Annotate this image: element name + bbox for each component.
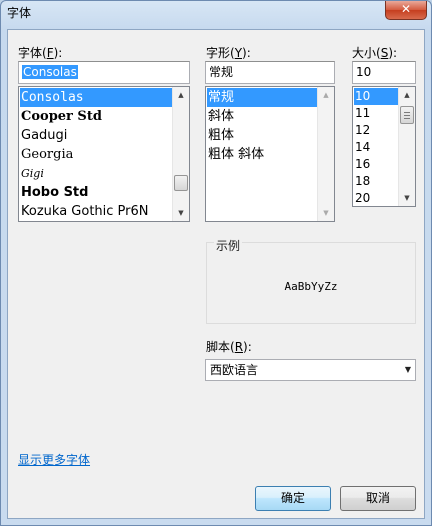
scroll-thumb[interactable]: [400, 106, 414, 124]
style-label: 字形(Y):: [206, 46, 251, 60]
close-icon: ✕: [400, 2, 412, 16]
font-list-item[interactable]: Gigi: [20, 164, 172, 183]
cancel-button[interactable]: 取消: [340, 486, 416, 511]
font-list-item[interactable]: Gadugi: [20, 126, 172, 145]
font-list-item[interactable]: Cooper Std: [20, 107, 172, 126]
script-label: 脚本(R):: [206, 340, 252, 354]
scroll-up-icon[interactable]: ▲: [318, 87, 334, 103]
scroll-down-icon[interactable]: ▼: [399, 190, 415, 206]
script-select[interactable]: 西欧语言 ▼: [205, 359, 416, 381]
scroll-up-icon[interactable]: ▲: [173, 87, 189, 103]
ok-button[interactable]: 确定: [255, 486, 331, 511]
window-title: 字体: [7, 6, 32, 20]
dialog-body: 字体(F): Consolas Consolas Cooper Std Gadu…: [7, 29, 425, 519]
size-list-item[interactable]: 11: [354, 105, 398, 122]
font-list-item[interactable]: Hobo Std: [20, 183, 172, 202]
style-list-item[interactable]: 粗体 斜体: [207, 145, 317, 164]
size-list-scrollbar[interactable]: ▲ ▼: [398, 87, 415, 206]
scroll-down-icon[interactable]: ▼: [173, 205, 189, 221]
style-list-scrollbar[interactable]: ▲ ▼: [317, 87, 334, 221]
size-input[interactable]: 10: [352, 61, 416, 84]
font-label: 字体(F):: [18, 46, 63, 60]
size-input-value: 10: [356, 65, 372, 79]
size-list-item[interactable]: 20: [354, 190, 398, 206]
size-list-item[interactable]: 16: [354, 156, 398, 173]
font-input-value: Consolas: [22, 65, 78, 79]
size-list-item[interactable]: 14: [354, 139, 398, 156]
script-select-value: 西欧语言: [210, 363, 259, 377]
font-list-scrollbar[interactable]: ▲ ▼: [172, 87, 189, 221]
close-button[interactable]: ✕: [385, 1, 427, 20]
size-label: 大小(S):: [352, 46, 398, 60]
size-list-item[interactable]: 10: [354, 88, 398, 105]
font-list-item[interactable]: Georgia: [20, 145, 172, 164]
style-list-item[interactable]: 斜体: [207, 107, 317, 126]
scroll-down-icon[interactable]: ▼: [318, 205, 334, 221]
scroll-thumb[interactable]: [174, 175, 188, 191]
size-list-item[interactable]: 18: [354, 173, 398, 190]
size-list-item[interactable]: 12: [354, 122, 398, 139]
sample-text: AaBbYyZz: [284, 280, 338, 293]
chevron-down-icon[interactable]: ▼: [405, 360, 411, 380]
title-bar[interactable]: 字体 ✕: [1, 1, 431, 29]
font-dialog: 字体 ✕ 字体(F): Consolas Consolas Cooper Std…: [0, 0, 432, 526]
show-more-fonts-link[interactable]: 显示更多字体: [18, 451, 90, 468]
style-list-item[interactable]: 常规: [207, 88, 317, 107]
font-list-item[interactable]: Kozuka Gothic Pr6N: [20, 202, 172, 221]
font-input[interactable]: Consolas: [18, 61, 190, 84]
sample-label: 示例: [214, 237, 243, 254]
style-list-item[interactable]: 粗体: [207, 126, 317, 145]
style-input-value: 常规: [209, 65, 234, 79]
style-list[interactable]: 常规 斜体 粗体 粗体 斜体 ▲ ▼: [205, 86, 335, 222]
font-list[interactable]: Consolas Cooper Std Gadugi Georgia Gigi …: [18, 86, 190, 222]
size-list[interactable]: 10 11 12 14 16 18 20 ▲ ▼: [352, 86, 416, 207]
font-list-item[interactable]: Consolas: [20, 88, 172, 107]
style-input[interactable]: 常规: [205, 61, 335, 84]
scroll-up-icon[interactable]: ▲: [399, 87, 415, 103]
